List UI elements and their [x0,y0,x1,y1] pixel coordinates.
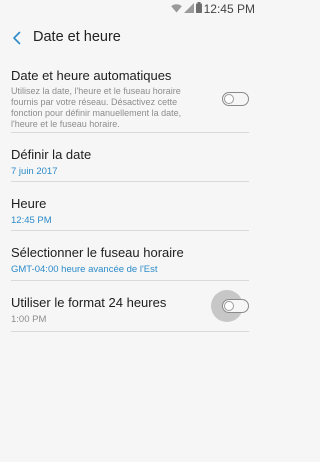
setting-auto-date-time[interactable]: Date et heure automatiques Utilisez la d… [11,60,249,133]
battery-icon [196,0,202,18]
status-icons [169,0,202,18]
status-bar: 12:45 PM [0,0,260,18]
setting-value: GMT-04:00 heure avancée de l'Est [11,264,158,275]
setting-title: Sélectionner le fuseau horaire [11,245,184,260]
setting-set-date[interactable]: Définir la date 7 juin 2017 [11,133,249,182]
setting-title: Définir la date [11,147,92,162]
wifi-icon [171,0,182,18]
toggle-knob [224,93,234,104]
setting-title: Date et heure automatiques [11,68,172,83]
setting-title: Heure [11,196,47,211]
status-time: 12:45 PM [203,2,255,16]
date-time-settings-screen: 12:45 PM Date et heure Date et heure aut… [0,0,260,462]
setting-value: 7 juin 2017 [11,166,58,177]
setting-value: 1:00 PM [11,314,47,325]
auto-date-time-toggle[interactable] [222,92,249,106]
toggle-knob [224,300,234,311]
back-button[interactable] [6,27,28,49]
setting-24-hour-format[interactable]: Utiliser le format 24 heures 1:00 PM [11,281,249,332]
signal-icon [184,0,194,18]
setting-value: 12:45 PM [11,215,52,226]
24-hour-format-toggle[interactable] [222,299,249,313]
chevron-left-icon [13,31,21,45]
page-title: Date et heure [33,29,121,45]
setting-description: Utilisez la date, l'heure et le fuseau h… [11,86,182,129]
setting-time-zone[interactable]: Sélectionner le fuseau horaire GMT-04:00… [11,231,249,281]
settings-list: Date et heure automatiques Utilisez la d… [0,60,260,332]
setting-time[interactable]: Heure 12:45 PM [11,182,249,231]
app-bar: Date et heure [0,18,260,60]
